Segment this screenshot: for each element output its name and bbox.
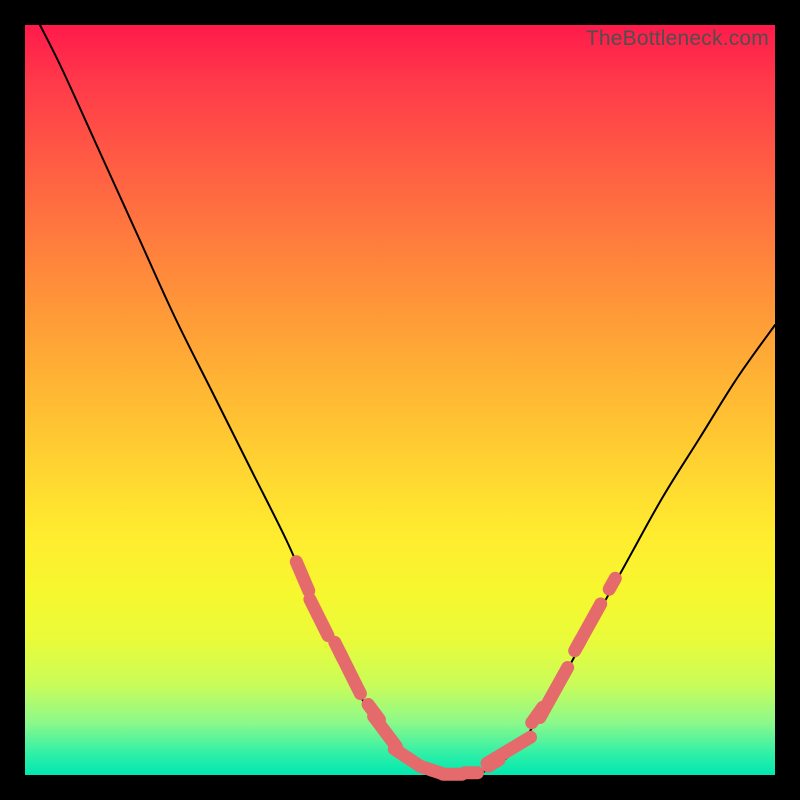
curve-bead (478, 728, 539, 772)
bottleneck-curve (40, 25, 775, 777)
curve-bead (459, 766, 485, 779)
bead-group (288, 553, 624, 782)
curve-bead (288, 553, 318, 599)
curve-bead (301, 591, 337, 645)
chart-svg (25, 25, 775, 775)
curve-bead (568, 595, 609, 655)
curve-bead (531, 659, 576, 727)
chart-plot-area: TheBottleneck.com (25, 25, 775, 775)
curve-bead (332, 645, 369, 702)
